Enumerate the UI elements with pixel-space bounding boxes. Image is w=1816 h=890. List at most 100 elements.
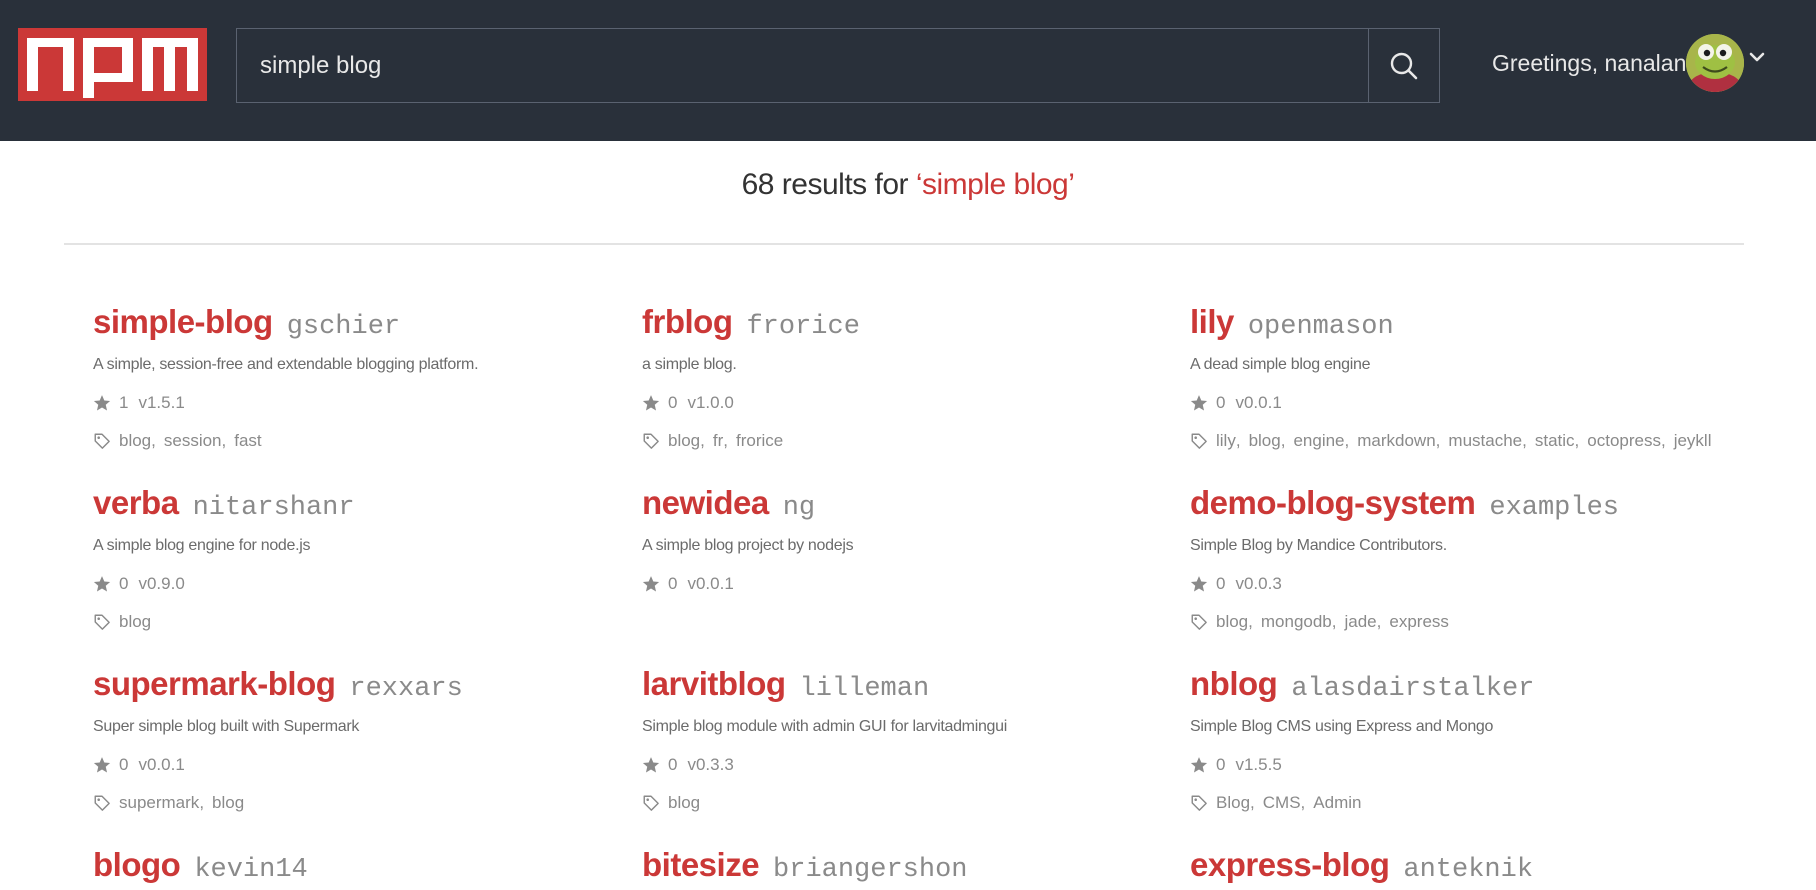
tag-separator: , (1574, 431, 1580, 450)
package-title: blogo kevin14 (93, 846, 633, 890)
package-author-link[interactable]: rexxars (349, 674, 462, 704)
package-tag[interactable]: markdown (1357, 431, 1435, 451)
package-tag[interactable]: supermark (119, 793, 199, 813)
package-tag[interactable]: blog (212, 793, 244, 813)
package-author-link[interactable]: lilleman (800, 674, 930, 704)
package-card: demo-blog-system examples Simple Blog by M… (1190, 484, 1730, 633)
package-author-link[interactable]: kevin14 (194, 855, 307, 885)
package-title: supermark-blog rexxars (93, 665, 633, 709)
package-tag[interactable]: blog (1249, 431, 1281, 451)
package-card: lily openmason A dead simple blog engine 0 v… (1190, 303, 1730, 452)
package-name-link[interactable]: express-blog (1190, 846, 1390, 883)
package-tag[interactable]: fast (234, 431, 261, 451)
package-tag[interactable]: engine (1293, 431, 1344, 451)
results-heading: 68 results for ‘simple blog’ (0, 168, 1816, 202)
avatar[interactable] (1686, 34, 1744, 92)
package-author-link[interactable]: alasdairstalker (1291, 674, 1534, 704)
star-icon (642, 576, 660, 592)
package-title: newidea ng (642, 484, 1182, 528)
package-name-link[interactable]: blogo (93, 846, 181, 883)
results-label: results for (773, 168, 916, 201)
package-tags: lily, blog, engine, markdown, mustache, stati… (1190, 430, 1730, 452)
package-tag[interactable]: blog (119, 612, 151, 632)
package-author-link[interactable]: openmason (1248, 312, 1394, 342)
package-author-link[interactable]: gschier (287, 312, 400, 342)
package-title: verba nitarshanr (93, 484, 633, 528)
package-name-link[interactable]: simple-blog (93, 303, 273, 340)
package-meta: 1 v1.5.1 (93, 392, 633, 414)
package-card: larvitblog lilleman Simple blog module wit… (642, 665, 1182, 814)
tag-icon (1191, 795, 1207, 811)
package-author-link[interactable]: frorice (746, 312, 859, 342)
greeting-text: Greetings, nanalan (1492, 50, 1687, 76)
package-name-link[interactable]: bitesize (642, 846, 760, 883)
package-tag[interactable]: frorice (736, 431, 783, 451)
star-icon (1190, 757, 1208, 773)
tag-separator: , (1300, 793, 1306, 812)
package-author-link[interactable]: anteknik (1403, 855, 1533, 885)
package-card: frblog frorice a simple blog. 0 v1.0.0 blog, f… (642, 303, 1182, 452)
tag-icon (643, 433, 659, 449)
package-version: v1.5.1 (138, 393, 185, 412)
package-tag[interactable]: blog (1216, 612, 1248, 632)
package-tag[interactable]: lily (1216, 431, 1236, 451)
package-name-link[interactable]: verba (93, 484, 179, 521)
package-title: frblog frorice (642, 303, 1182, 347)
package-tag[interactable]: blog (668, 431, 700, 451)
package-name-link[interactable]: lily (1190, 303, 1234, 340)
star-icon (1190, 395, 1208, 411)
package-author-link[interactable]: briangershon (773, 855, 967, 885)
results-count: 68 (741, 168, 775, 201)
package-tags: blog (642, 792, 1182, 814)
package-stars: 0 (119, 574, 129, 593)
top-header: Greetings, nanalan (0, 0, 1816, 141)
npm-logo[interactable] (18, 28, 207, 101)
package-author-link[interactable]: nitarshanr (193, 493, 355, 523)
package-tags: blog, mongodb, jade, express (1190, 611, 1730, 633)
package-tag[interactable]: session (164, 431, 222, 451)
package-tag[interactable]: mongodb (1261, 612, 1332, 632)
package-tags: blog, session, fast (93, 430, 633, 452)
package-tag[interactable]: blog (119, 431, 151, 451)
package-description: A simple, session-free and extendable bl… (93, 356, 479, 373)
package-tag[interactable]: jade (1345, 612, 1377, 632)
account-menu-toggle[interactable] (1748, 50, 1766, 64)
divider (64, 243, 1744, 245)
package-stars: 0 (1216, 755, 1226, 774)
package-tag[interactable]: blog (668, 793, 700, 813)
star-icon (642, 757, 660, 773)
package-description: Simple Blog CMS using Express and Mongo (1190, 718, 1494, 735)
package-author-link[interactable]: ng (783, 493, 815, 523)
package-tag[interactable]: Blog (1216, 793, 1250, 813)
package-name-link[interactable]: demo-blog-system (1190, 484, 1476, 521)
tag-separator: , (1344, 431, 1350, 450)
package-description: Super simple blog built with Supermark (93, 718, 360, 735)
package-tag[interactable]: express (1389, 612, 1449, 632)
tag-separator: , (1660, 431, 1666, 450)
search-input[interactable] (237, 29, 1368, 102)
package-tag[interactable]: CMS (1263, 793, 1301, 813)
package-tag[interactable]: Admin (1313, 793, 1361, 813)
search-button[interactable] (1368, 29, 1439, 102)
star-icon (93, 395, 111, 411)
package-card: nblog alasdairstalker Simple Blog CMS usin… (1190, 665, 1730, 814)
package-author-link[interactable]: examples (1489, 493, 1619, 523)
package-tag[interactable]: jeykll (1674, 431, 1712, 451)
package-tag[interactable]: mustache (1448, 431, 1522, 451)
package-tag[interactable]: static (1535, 431, 1575, 451)
package-tags: blog, fr, frorice (642, 430, 1182, 452)
package-tags: supermark, blog (93, 792, 633, 814)
package-title: express-blog anteknik (1190, 846, 1730, 890)
package-name-link[interactable]: supermark-blog (93, 665, 336, 702)
package-name-link[interactable]: nblog (1190, 665, 1278, 702)
package-tag[interactable]: octopress (1587, 431, 1661, 451)
package-description: A simple blog project by nodejs (642, 537, 854, 554)
package-meta: 0 v0.0.1 (1190, 392, 1730, 414)
package-name-link[interactable]: larvitblog (642, 665, 786, 702)
package-name-link[interactable]: frblog (642, 303, 733, 340)
package-version: v0.0.1 (1235, 393, 1282, 412)
package-tag[interactable]: fr (713, 431, 723, 451)
package-version: v1.0.0 (687, 393, 734, 412)
package-name-link[interactable]: newidea (642, 484, 769, 521)
package-card: supermark-blog rexxars Super simple blog b… (93, 665, 633, 814)
